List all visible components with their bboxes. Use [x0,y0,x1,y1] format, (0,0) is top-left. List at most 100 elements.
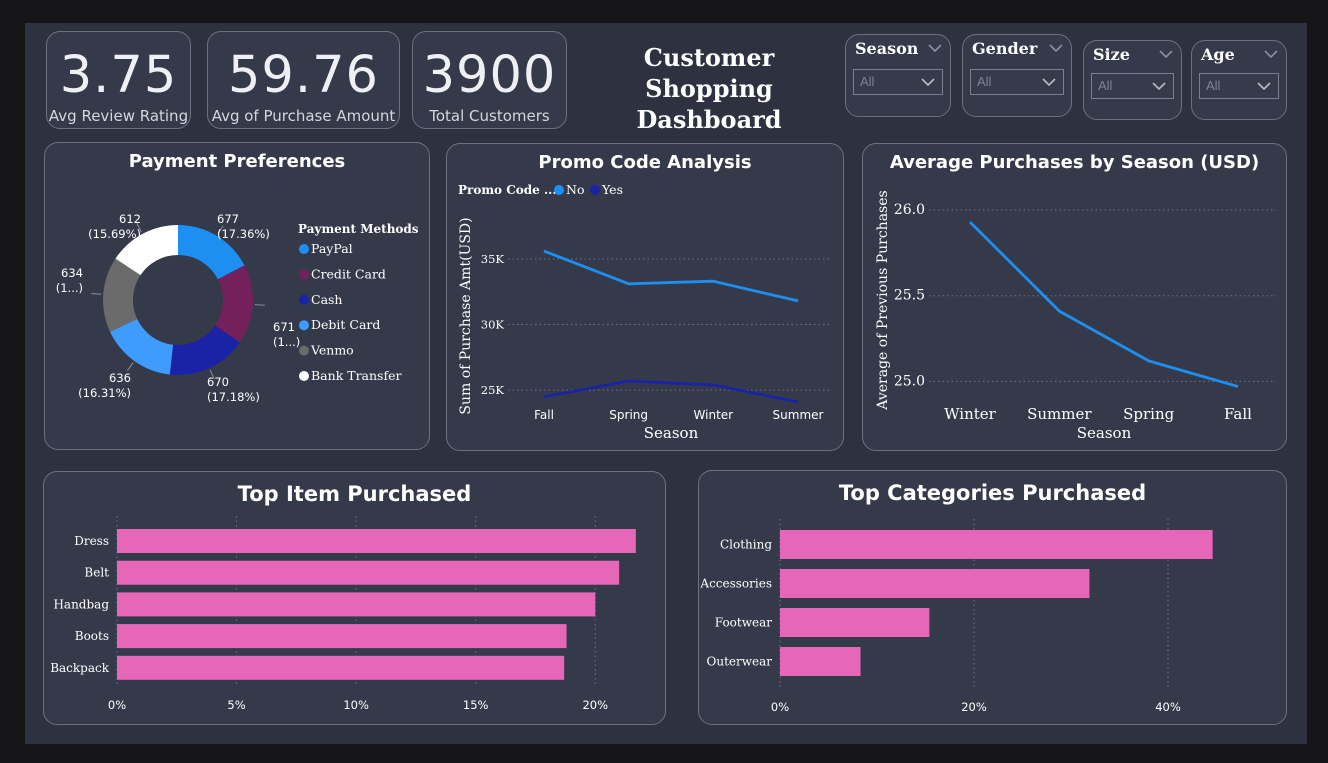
chevron-down-icon[interactable] [928,43,942,53]
dashboard-canvas: 3.75 Avg Review Rating 59.76 Avg of Purc… [25,23,1307,744]
kpi-card-avg-review[interactable]: 3.75 Avg Review Rating [46,31,191,129]
y-tick-label: 25.5 [894,288,925,304]
chevron-down-icon [1042,78,1056,87]
chevron-down-icon[interactable] [1159,49,1173,59]
slicer-season-label: Season [855,39,919,58]
promo-code-line-chart[interactable]: 25K 30K 35K Fall Spring Winter Summer Season Sum… [447,144,843,450]
bar-belt [117,560,620,585]
slicer-gender-label: Gender [972,39,1038,58]
legend-marker [299,244,309,254]
page-title: Customer Shopping Dashboard [591,42,827,135]
y-category-label: Clothing [720,538,772,552]
kpi-card-avg-purchase[interactable]: 59.76 Avg of Purchase Amount [207,31,400,129]
donut-value-label: 671 [273,320,295,334]
x-tick-label: Fall [534,408,554,422]
donut-pct-label: (1...) [273,335,300,349]
payment-donut-chart[interactable]: 677(17.36%)671(1...)670(17.18%)636(16.31… [45,143,429,449]
promo-code-card[interactable]: Promo Code Analysis 25K 30K 35K Fall Spring W… [446,143,844,451]
y-category-label: Backpack [50,661,110,675]
slicer-season[interactable]: Season All [845,34,951,117]
y-category-label: Handbag [53,597,109,611]
legend-item-bank-transfer: Bank Transfer [311,368,401,383]
legend-marker [299,320,309,331]
legend-item-credit-card: Credit Card [311,266,386,281]
slicer-gender[interactable]: Gender All [962,34,1072,117]
season-purchases-card[interactable]: Average Purchases by Season (USD) 25.0 25… [862,143,1287,451]
avg-purchase-label: Avg of Purchase Amount [211,107,396,125]
legend-marker [299,371,309,381]
bar-footwear [780,608,930,637]
avg-review-label: Avg Review Rating [48,107,189,125]
chevron-down-icon[interactable] [1049,43,1063,53]
y-category-label: Belt [84,566,109,580]
season-line-chart[interactable]: 25.0 25.5 26.0 Winter Summer Spring Fall Season… [863,144,1286,450]
legend-item-paypal: PayPal [311,241,353,256]
total-customers-value: 3900 [422,46,557,105]
top-categories-bar-chart[interactable]: 0% 20% 40% Clothing Accessories Footwear Outer… [699,471,1286,724]
slicer-gender-dropdown[interactable]: All [970,69,1064,95]
donut-pct-label: (15.69%) [88,227,141,241]
x-tick-label: Summer [1027,405,1092,423]
x-axis-title: Season [1077,424,1132,442]
y-tick-label: 25.0 [894,373,925,389]
donut-leader-line [254,304,265,306]
donut-pct-label: (17.18%) [207,390,260,404]
kpi-card-total-customers[interactable]: 3900 Total Customers [412,31,567,129]
chevron-down-icon[interactable] [1264,49,1278,59]
top-items-card[interactable]: Top Item Purchased 0% 5% 10% 15% 20% Dress Bel… [43,471,666,725]
avg-review-value: 3.75 [59,46,178,105]
promo-legend-title: Promo Code ... [458,183,557,197]
series-line-0 [969,221,1239,388]
y-category-label: Boots [75,629,109,643]
donut-value-label: 670 [207,375,229,389]
bar-handbag [117,592,596,617]
donut-value-label: 677 [217,212,239,226]
slicer-age-value: All [1206,78,1221,93]
avg-purchase-value: 59.76 [227,46,379,105]
donut-pct-label: (16.31%) [78,386,131,400]
legend-item-venmo: Venmo [310,343,354,358]
x-tick-label: 0% [771,700,789,714]
bar-accessories [780,569,1090,598]
slicer-gender-value: All [977,74,992,89]
donut-leader-line [91,293,102,295]
slicer-age-label: Age [1201,45,1235,64]
chevron-down-icon [1152,82,1166,91]
slicer-size[interactable]: Size All [1083,40,1182,120]
slicer-size-dropdown[interactable]: All [1091,73,1174,99]
x-tick-label: 0% [108,698,126,712]
x-tick-label: 10% [343,698,369,712]
x-tick-label: 5% [227,698,245,712]
x-tick-label: 40% [1155,700,1181,714]
top-items-bar-chart[interactable]: 0% 5% 10% 15% 20% Dress Belt Handbag Boots Backpa… [44,472,665,724]
bar-clothing [780,530,1213,559]
top-categories-card[interactable]: Top Categories Purchased 0% 20% 40% Clothin… [698,470,1287,725]
x-tick-label: Winter [694,408,734,422]
legend-marker [299,269,309,280]
donut-pct-label: (17.36%) [217,227,270,241]
x-tick-label: 15% [463,698,489,712]
page-title-line2: Dashboard [636,105,782,134]
payment-preferences-card[interactable]: Payment Preferences 677 (17.36%) 671 (1...)… [44,142,430,450]
bar-dress [117,529,636,553]
slicer-age[interactable]: Age All [1191,40,1287,120]
donut-slice-debit-card [110,319,174,375]
x-axis-title: Season [644,424,699,442]
x-tick-label: Winter [944,405,997,423]
x-tick-label: Summer [773,408,824,422]
legend-marker [299,294,309,305]
promo-legend-no: No [566,182,584,197]
series-line-yes [543,379,799,404]
y-axis-title: Sum of Purchase Amt(USD) [458,217,474,414]
slicer-season-dropdown[interactable]: All [853,69,943,95]
chevron-down-icon [921,78,935,87]
y-tick-label: 26.0 [894,202,925,218]
slicer-age-dropdown[interactable]: All [1199,73,1279,99]
promo-legend-yes: Yes [601,182,623,197]
x-tick-label: Fall [1224,405,1252,423]
legend-marker [590,185,600,195]
y-category-label: Outerwear [707,655,773,669]
page-title-line1: Customer Shopping [643,43,775,103]
bar-outerwear [780,647,861,676]
x-tick-label: Spring [609,408,648,422]
